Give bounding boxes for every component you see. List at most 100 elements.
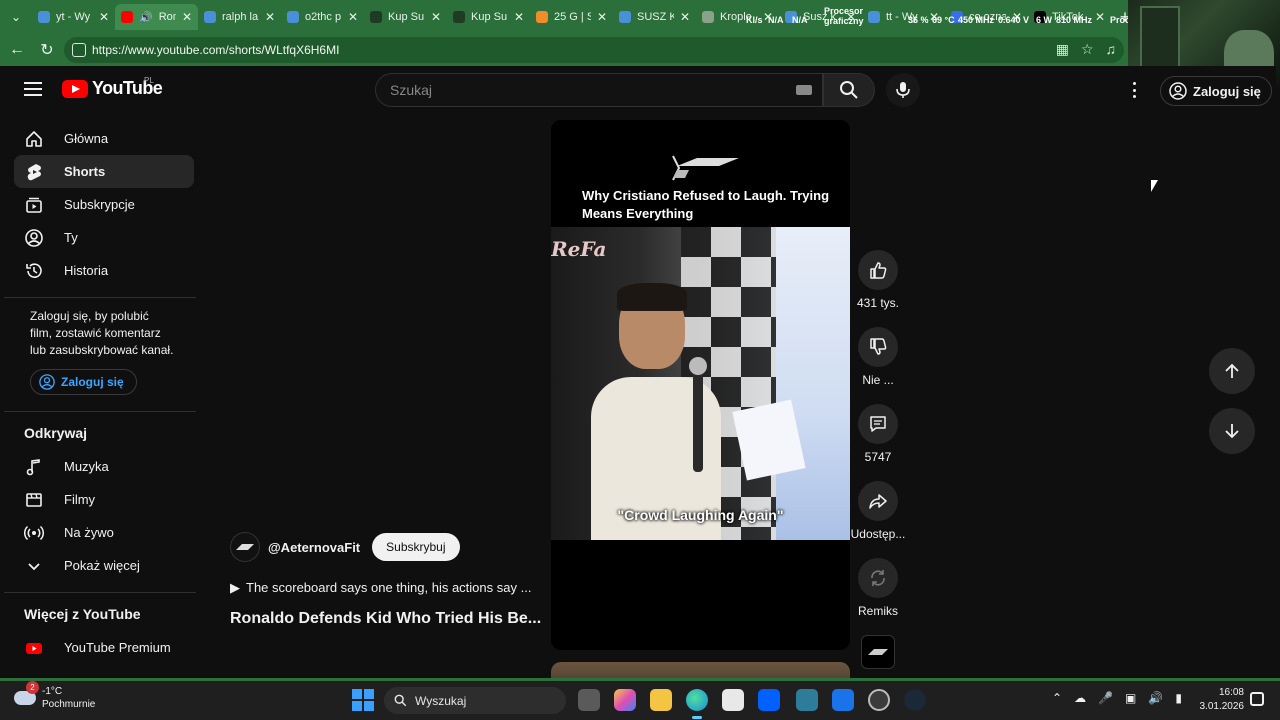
sidebar-item[interactable]: Ty bbox=[14, 221, 194, 254]
outlook-icon[interactable] bbox=[832, 689, 854, 711]
remix-button[interactable] bbox=[858, 558, 898, 598]
teams-icon[interactable] bbox=[796, 689, 818, 711]
system-tray: ⌃ ☁ 🎤 ▣ 🔊 ▮ bbox=[1052, 691, 1182, 705]
microphone-icon[interactable]: 🎤 bbox=[1098, 691, 1113, 705]
youtube-logo[interactable]: YouTube PL bbox=[62, 76, 163, 99]
sidebar-item[interactable]: YouTube Premium bbox=[14, 631, 194, 664]
tab-audio-icon[interactable]: 🔊 bbox=[139, 11, 153, 24]
weather-widget[interactable]: 2 -1°C Pochmurnie bbox=[14, 681, 95, 711]
keyboard-icon[interactable] bbox=[796, 85, 812, 95]
short-title[interactable]: Ronaldo Defends Kid Who Tried His Be... bbox=[230, 610, 550, 628]
hardware-monitor-overlay: Kl/s N/A N/A Procesor graficzny 36 % 69 … bbox=[746, 4, 1130, 30]
notifications-icon[interactable] bbox=[1250, 692, 1264, 706]
back-button[interactable]: ← bbox=[2, 35, 32, 65]
favorite-star-icon[interactable]: ☆ bbox=[1081, 41, 1094, 58]
explore-heading: Odkrywaj bbox=[24, 425, 88, 441]
tab-favicon-icon bbox=[121, 11, 133, 23]
tab-close-icon[interactable]: ✕ bbox=[348, 10, 358, 24]
sidebar-signin-label: Zaloguj się bbox=[61, 375, 124, 389]
search-button[interactable] bbox=[823, 73, 875, 107]
browser-tab[interactable]: 25 G | S ✕ bbox=[530, 4, 613, 30]
sidebar-item-label: Na żywo bbox=[64, 525, 114, 540]
taskbar-search-label: Wyszukaj bbox=[415, 693, 467, 708]
sidebar-item[interactable]: Pokaż więcej bbox=[14, 549, 194, 582]
site-info-icon[interactable] bbox=[72, 43, 86, 57]
store-icon[interactable] bbox=[722, 689, 744, 711]
browser-tab[interactable]: yt - Wy ✕ bbox=[32, 4, 115, 30]
taskbar-search[interactable]: Wyszukaj bbox=[384, 687, 566, 714]
media-control-icon[interactable]: ♫ bbox=[1106, 41, 1117, 58]
address-bar[interactable]: https://www.youtube.com/shorts/WLtfqX6H6… bbox=[64, 37, 1124, 63]
sidebar-item[interactable]: Główna bbox=[14, 122, 194, 155]
task-view-icon[interactable] bbox=[578, 689, 600, 711]
short-video-player[interactable]: Why Cristiano Refused to Laugh. Trying M… bbox=[551, 120, 850, 650]
search-input[interactable] bbox=[390, 82, 780, 98]
tab-close-icon[interactable]: ✕ bbox=[99, 10, 109, 24]
browser-tab[interactable]: ralph la ✕ bbox=[198, 4, 281, 30]
tab-actions-chevron-icon[interactable]: ⌄ bbox=[0, 0, 32, 34]
sidebar-item[interactable]: Na żywo bbox=[14, 516, 194, 549]
dislike-button[interactable] bbox=[858, 327, 898, 367]
sound-thumbnail[interactable] bbox=[861, 635, 895, 669]
tab-close-icon[interactable]: ✕ bbox=[514, 10, 524, 24]
tab-close-icon[interactable]: ✕ bbox=[265, 10, 275, 24]
browser-tab[interactable]: Kup Su ✕ bbox=[447, 4, 530, 30]
channel-avatar[interactable] bbox=[230, 532, 260, 562]
dislike-action[interactable]: Nie ... bbox=[850, 327, 906, 387]
network-icon[interactable]: ▣ bbox=[1125, 691, 1136, 705]
channel-name[interactable]: @AeternovaFit bbox=[268, 540, 360, 555]
file-explorer-icon[interactable] bbox=[650, 689, 672, 711]
edge-browser-icon[interactable] bbox=[686, 689, 708, 719]
menu-icon[interactable] bbox=[24, 82, 42, 96]
sidebar-item[interactable]: Muzyka bbox=[14, 450, 194, 483]
next-short-preview[interactable] bbox=[551, 662, 850, 678]
signin-button[interactable]: Zaloguj się bbox=[1160, 76, 1272, 106]
sidebar-item[interactable]: Historia bbox=[14, 254, 194, 287]
signin-label: Zaloguj się bbox=[1193, 83, 1261, 99]
weather-badge: 2 bbox=[26, 681, 39, 694]
battery-icon[interactable]: ▮ bbox=[1175, 691, 1182, 705]
comments-button[interactable] bbox=[858, 404, 898, 444]
video-sponsor-text: ReFa bbox=[551, 237, 607, 261]
subscribe-button[interactable]: Subskrybuj bbox=[372, 533, 460, 561]
like-action[interactable]: 431 tys. bbox=[850, 250, 906, 310]
dropbox-icon[interactable] bbox=[758, 689, 780, 711]
browser-tab[interactable]: o2thc p ✕ bbox=[281, 4, 364, 30]
comments-action[interactable]: 5747 bbox=[850, 404, 906, 464]
address-bar-url[interactable]: https://www.youtube.com/shorts/WLtfqX6H6… bbox=[92, 43, 339, 57]
tab-close-icon[interactable]: ✕ bbox=[680, 10, 690, 24]
sidebar-item[interactable]: Filmy bbox=[14, 483, 194, 516]
taskbar-clock[interactable]: 16:08 3.01.2026 bbox=[1196, 686, 1245, 714]
sidebar-signin-button[interactable]: Zaloguj się bbox=[30, 369, 137, 395]
next-short-button[interactable] bbox=[1209, 408, 1255, 454]
previous-short-button[interactable] bbox=[1209, 348, 1255, 394]
reload-button[interactable]: ↻ bbox=[32, 35, 62, 65]
browser-tab[interactable]: 🔊 Ron ✕ bbox=[115, 4, 198, 30]
tab-close-icon[interactable]: ✕ bbox=[431, 10, 441, 24]
tab-close-icon[interactable]: ✕ bbox=[597, 10, 607, 24]
steam-icon[interactable] bbox=[904, 689, 926, 711]
like-button[interactable] bbox=[858, 250, 898, 290]
share-action[interactable]: Udostęp... bbox=[850, 481, 906, 541]
windows-start-icon[interactable] bbox=[352, 689, 374, 711]
browser-tab[interactable]: SUSZ K ✕ bbox=[613, 4, 696, 30]
speedtest-icon[interactable] bbox=[868, 689, 890, 711]
onedrive-icon[interactable]: ☁ bbox=[1074, 691, 1086, 705]
sidebar-item[interactable]: Shorts bbox=[14, 155, 194, 188]
voice-search-button[interactable] bbox=[886, 73, 920, 107]
tray-overflow-chevron-icon[interactable]: ⌃ bbox=[1052, 691, 1062, 705]
masthead: YouTube PL Zalo bbox=[4, 66, 1276, 114]
tab-favicon-icon bbox=[287, 11, 299, 23]
app-available-icon[interactable]: ▦ bbox=[1056, 41, 1069, 58]
share-button[interactable] bbox=[858, 481, 898, 521]
sidebar-item[interactable]: Subskrypcje bbox=[14, 188, 194, 221]
volume-icon[interactable]: 🔊 bbox=[1148, 691, 1163, 705]
settings-more-icon[interactable] bbox=[1132, 82, 1136, 98]
browser-tab[interactable]: Kup Su ✕ bbox=[364, 4, 447, 30]
tab-label: o2thc p bbox=[305, 11, 342, 23]
tab-close-icon[interactable]: ✕ bbox=[182, 10, 192, 24]
short-description[interactable]: ▶ The scoreboard says one thing, his act… bbox=[230, 580, 550, 596]
remix-action[interactable]: Remiks bbox=[850, 558, 906, 618]
sidebar-item-label: Ty bbox=[64, 230, 78, 245]
copilot-icon[interactable] bbox=[614, 689, 636, 711]
